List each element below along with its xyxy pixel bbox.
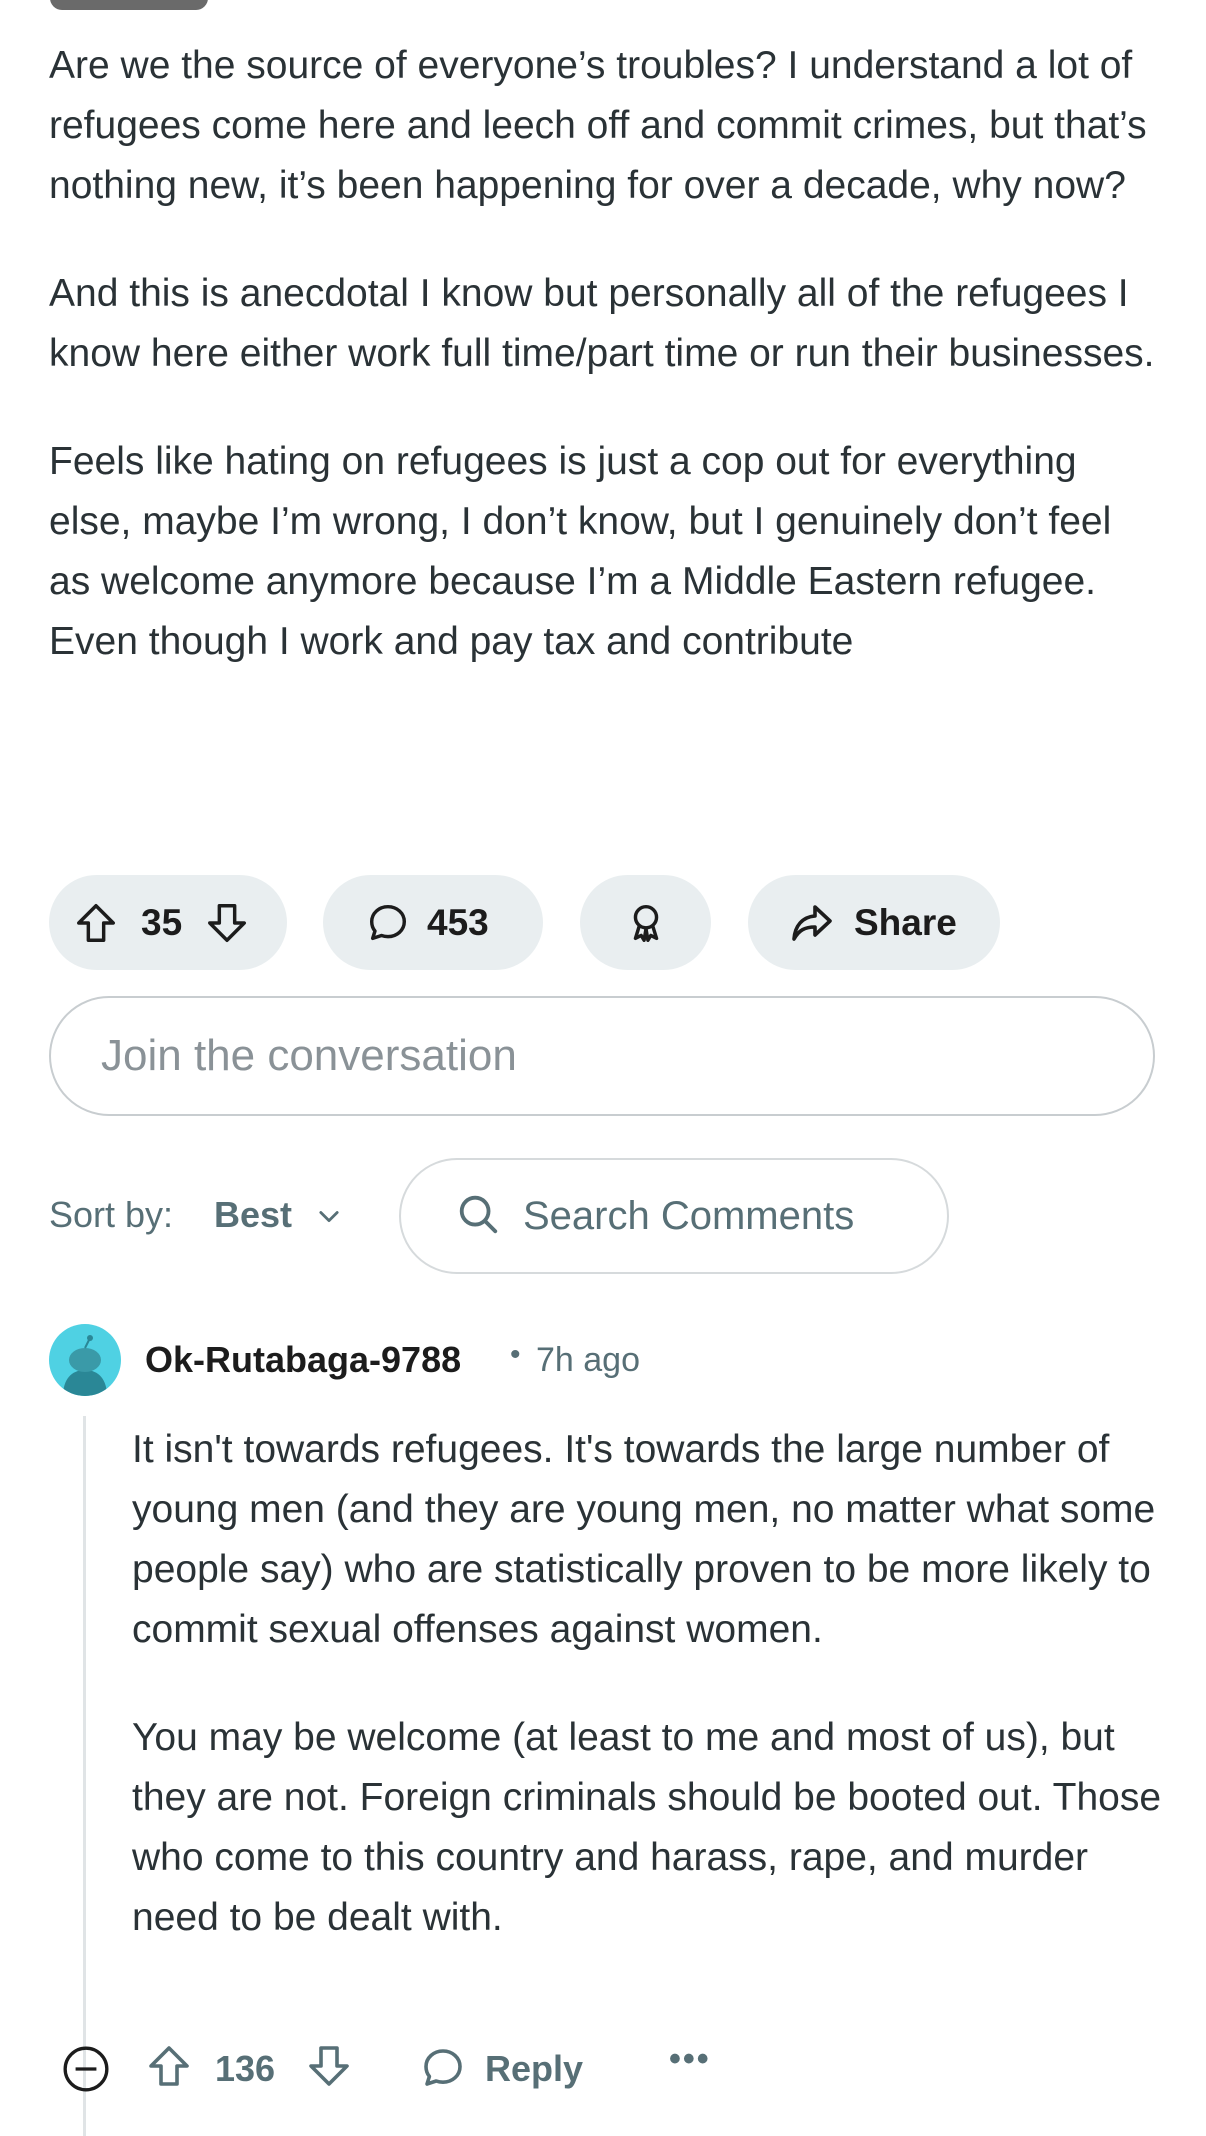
comment-body: It isn't towards refugees. It's towards … [132,1420,1172,1996]
join-conversation-input[interactable]: Join the conversation [49,996,1155,1116]
comment-count: 453 [427,901,489,943]
share-arrow-icon [788,899,836,947]
comment-paragraph: It isn't towards refugees. It's towards … [132,1428,1156,1651]
share-label: Share [854,901,957,943]
search-icon [455,1191,501,1242]
meta-separator: • [510,1338,521,1371]
share-button[interactable]: Share [748,875,1000,970]
comment-action-bar: 136 Reply ••• [49,2034,1159,2104]
previous-element-edge [50,0,208,10]
thread-line[interactable] [83,1416,86,2136]
search-comments-button[interactable]: Search Comments [399,1158,949,1274]
comment-bubble-icon [365,900,411,946]
reply-bubble-icon[interactable] [419,2044,467,2097]
comment-author[interactable]: Ok-Rutabaga-9788 [145,1339,461,1381]
post-paragraph: And this is anecdotal I know but persona… [49,272,1155,375]
avatar[interactable] [49,1324,121,1396]
downvote-icon[interactable] [305,2042,353,2095]
upvote-icon[interactable] [145,2042,193,2095]
collapse-thread-icon[interactable] [61,2044,111,2099]
comment-vote-count: 136 [215,2048,276,2089]
comment-sort-bar: Sort by: Best Search Comments [49,1158,1159,1274]
vote-count: 35 [141,901,183,943]
vote-pill: 35 [49,875,287,970]
sort-dropdown[interactable]: Best [214,1194,292,1236]
comment-timestamp: 7h ago [536,1341,640,1379]
comment-paragraph: You may be welcome (at least to me and m… [132,1716,1162,1939]
reply-button[interactable]: Reply [485,2048,583,2090]
downvote-icon[interactable] [204,900,250,946]
sort-by-label: Sort by: [49,1194,174,1235]
search-comments-label: Search Comments [523,1193,855,1238]
post-paragraph: Feels like hating on refugees is just a … [49,440,1112,663]
post-paragraph: Are we the source of everyone’s troubles… [49,44,1147,207]
join-conversation-placeholder: Join the conversation [101,1031,517,1080]
more-options-button[interactable]: ••• [669,2040,711,2079]
award-button[interactable] [580,875,711,970]
comments-button[interactable]: 453 [323,875,543,970]
upvote-icon[interactable] [73,900,119,946]
award-icon [623,900,669,946]
post-body: Are we the source of everyone’s troubles… [49,36,1159,720]
chevron-down-icon[interactable] [315,1202,343,1235]
